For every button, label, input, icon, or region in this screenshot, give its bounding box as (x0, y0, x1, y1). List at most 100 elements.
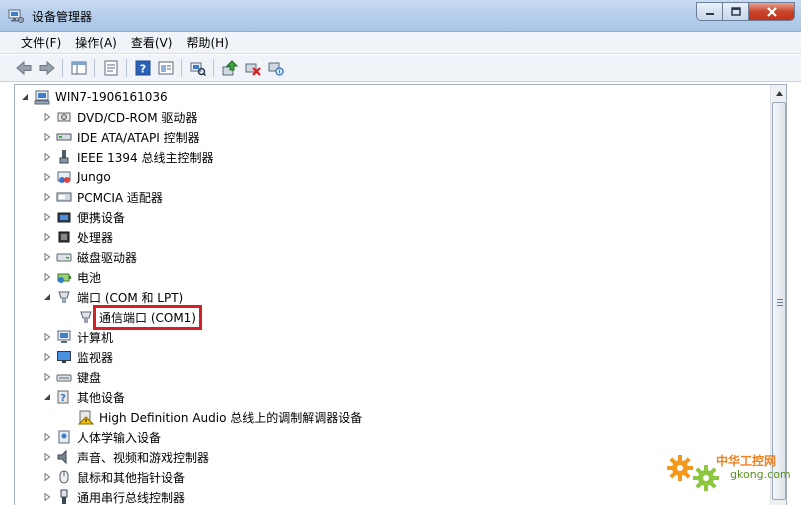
tree-category[interactable]: 处理器 (41, 227, 115, 247)
tree-item-label: Jungo (77, 170, 111, 184)
tree-item-label: PCMCIA 适配器 (77, 190, 163, 205)
tree-category[interactable]: 鼠标和其他指针设备 (41, 467, 187, 487)
tree-category[interactable]: PCMCIA 适配器 (41, 187, 165, 207)
expand-arrow-icon[interactable] (41, 491, 53, 503)
toolbar-separator (94, 59, 95, 77)
expand-arrow-icon[interactable] (41, 231, 53, 243)
processor-icon (56, 229, 72, 245)
toolbar-separator (213, 59, 214, 77)
expand-arrow-icon[interactable] (41, 431, 53, 443)
tree-item-label: 键盘 (77, 370, 102, 385)
uninstall-icon (245, 63, 261, 76)
watermark-cn-text: 中华工控网 (716, 454, 777, 468)
tree-category[interactable]: IDE ATA/ATAPI 控制器 (41, 127, 202, 147)
expand-arrow-icon[interactable] (41, 371, 53, 383)
close-icon (766, 6, 777, 17)
tree-category[interactable]: DVD/CD-ROM 驱动器 (41, 107, 199, 127)
collapse-arrow-icon[interactable] (19, 91, 31, 103)
collapse-arrow-icon[interactable] (41, 391, 53, 403)
tree-item-label: IEEE 1394 总线主控制器 (77, 150, 214, 165)
menu-view[interactable]: 查看(V) (124, 33, 180, 53)
expand-arrow-icon[interactable] (41, 351, 53, 363)
expand-arrow-icon[interactable] (41, 111, 53, 123)
properties-button[interactable] (99, 57, 122, 79)
computer-root-icon (34, 89, 50, 105)
tree-device[interactable]: High Definition Audio 总线上的调制解调器设备 (63, 407, 364, 427)
uninstall-button[interactable] (241, 57, 264, 79)
other-devices-icon: ? (56, 389, 72, 405)
tree-category[interactable]: 端口 (COM 和 LPT) (41, 287, 185, 307)
forward-button[interactable] (35, 57, 58, 79)
title-bar[interactable]: 设备管理器 (0, 0, 801, 32)
view-button[interactable] (154, 57, 177, 79)
expand-arrow-icon[interactable] (41, 171, 53, 183)
maximize-icon (730, 7, 741, 16)
collapse-arrow-icon[interactable] (41, 291, 53, 303)
show-hide-console-tree-button[interactable] (67, 57, 90, 79)
update-driver-button[interactable] (218, 57, 241, 79)
tree-category[interactable]: Jungo (41, 167, 113, 187)
ide-controller-icon (56, 129, 72, 145)
expand-arrow-icon[interactable] (41, 151, 53, 163)
maximize-button[interactable] (723, 2, 749, 21)
expand-arrow-icon[interactable] (41, 451, 53, 463)
expand-arrow-icon[interactable] (41, 471, 53, 483)
monitor-icon (56, 349, 72, 365)
tree-category[interactable]: 便携设备 (41, 207, 127, 227)
forward-icon (39, 60, 55, 76)
tree-category[interactable]: 磁盘驱动器 (41, 247, 139, 267)
view-icon (158, 61, 173, 75)
menu-action[interactable]: 操作(A) (68, 33, 124, 53)
scroll-grip-icon (777, 299, 783, 306)
dvd-drive-icon (56, 109, 72, 125)
back-button[interactable] (12, 57, 35, 79)
vertical-scrollbar[interactable] (770, 85, 786, 505)
menu-bar: 文件(F) 操作(A) 查看(V) 帮助(H) (0, 32, 801, 54)
tree-category[interactable]: IEEE 1394 总线主控制器 (41, 147, 215, 167)
scan-hardware-button[interactable] (186, 57, 209, 79)
tree-category[interactable]: 计算机 (41, 327, 115, 347)
help-button[interactable]: ? (131, 57, 154, 79)
tree-category[interactable]: 人体学输入设备 (41, 427, 163, 447)
minimize-button[interactable] (696, 2, 723, 21)
tree-item-label: 监视器 (77, 350, 114, 365)
toolbar-separator (181, 59, 182, 77)
minimize-icon (705, 12, 714, 15)
tree-item-label: 电池 (77, 270, 102, 285)
port-icon (56, 289, 72, 305)
expand-arrow-icon[interactable] (41, 191, 53, 203)
scroll-thumb[interactable] (772, 102, 786, 500)
device-tree-pane[interactable]: WIN7-1906161036 DVD/CD-ROM 驱动器 IDE ATA/AT… (14, 84, 787, 505)
expand-arrow-icon[interactable] (41, 271, 53, 283)
svg-text:?: ? (139, 63, 145, 76)
disable-button[interactable] (264, 57, 287, 79)
menu-file[interactable]: 文件(F) (14, 33, 68, 53)
scroll-up-button[interactable] (771, 85, 786, 101)
tree-category[interactable]: 通用串行总线控制器 (41, 487, 187, 505)
properties-icon (104, 60, 117, 76)
disable-icon (268, 62, 284, 76)
tree-category[interactable]: ? 其他设备 (41, 387, 127, 407)
tree-item-label: 磁盘驱动器 (77, 250, 138, 265)
tree-category[interactable]: 监视器 (41, 347, 115, 367)
tree-device[interactable]: 通信端口 (COM1) (63, 304, 202, 330)
hid-icon (56, 429, 72, 445)
computer-icon (56, 329, 72, 345)
tree-root[interactable]: WIN7-1906161036 (19, 87, 170, 107)
expand-arrow-icon[interactable] (41, 331, 53, 343)
menu-help[interactable]: 帮助(H) (179, 33, 235, 53)
expand-arrow-icon[interactable] (41, 211, 53, 223)
expand-arrow-icon[interactable] (41, 131, 53, 143)
expand-arrow-icon[interactable] (41, 251, 53, 263)
highlighted-device-label: 通信端口 (COM1) (93, 304, 202, 330)
scan-hardware-icon (190, 62, 206, 76)
tree-category[interactable]: 电池 (41, 267, 103, 287)
tree-item-label: DVD/CD-ROM 驱动器 (77, 110, 198, 125)
tree-category[interactable]: 声音、视频和游戏控制器 (41, 447, 211, 467)
close-button[interactable] (749, 2, 795, 21)
tree-item-label: 通用串行总线控制器 (77, 490, 186, 505)
tree-category[interactable]: 键盘 (41, 367, 103, 387)
jungo-icon (56, 169, 72, 185)
